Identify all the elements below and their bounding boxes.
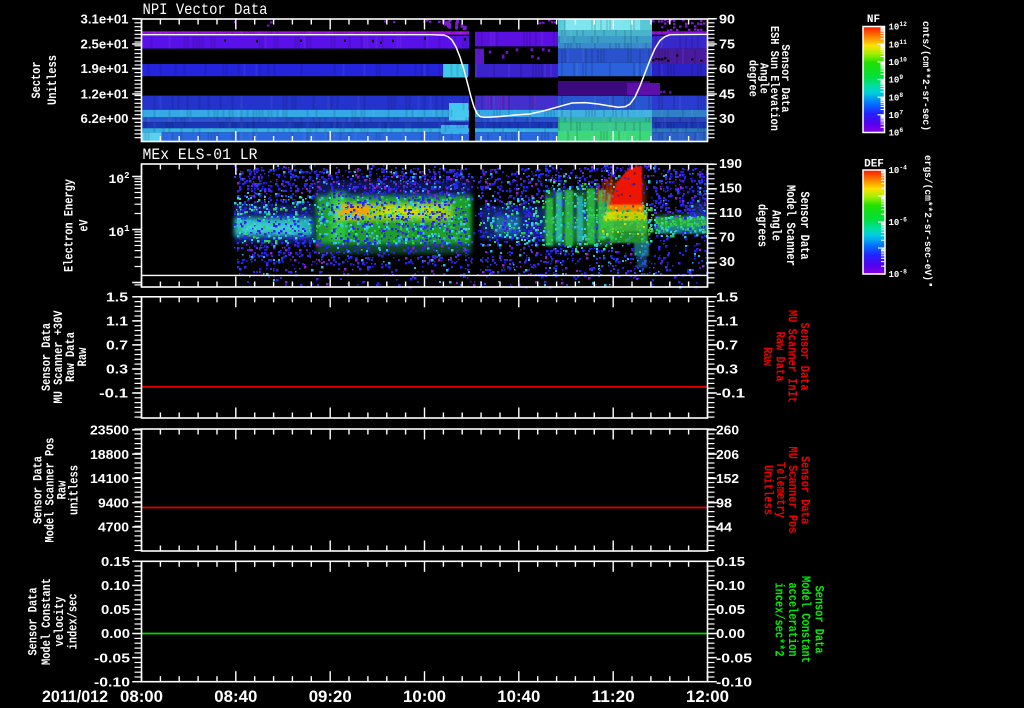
svg-text:75: 75 [719, 37, 735, 52]
svg-text:44: 44 [716, 520, 733, 535]
svg-text:Electron Energy: Electron Energy [63, 179, 77, 272]
svg-text:velocity: velocity [53, 596, 67, 646]
svg-text:18800: 18800 [90, 447, 129, 462]
svg-text:Raw: Raw [760, 347, 774, 366]
svg-text:ergs/(cm**2-sr-sec-eV): ergs/(cm**2-sr-sec-eV) [921, 155, 933, 281]
svg-text:90: 90 [719, 11, 735, 26]
svg-text:Sector: Sector [30, 62, 44, 99]
svg-text:30: 30 [719, 111, 735, 126]
svg-text:09:20: 09:20 [309, 687, 352, 706]
svg-text:1.5: 1.5 [716, 290, 738, 305]
svg-text:Model Constant: Model Constant [798, 576, 812, 663]
svg-text:30: 30 [719, 254, 735, 269]
svg-text:0.7: 0.7 [106, 338, 128, 353]
svg-text:14100: 14100 [90, 471, 129, 486]
svg-text:45: 45 [719, 87, 735, 102]
svg-text:2.5e+01: 2.5e+01 [81, 37, 129, 52]
svg-text:0.15: 0.15 [716, 554, 745, 569]
svg-text:acceleration: acceleration [785, 583, 799, 657]
svg-text:Sensor Data: Sensor Data [27, 587, 41, 655]
svg-text:1.1: 1.1 [106, 314, 128, 329]
svg-text:23500: 23500 [90, 423, 129, 438]
svg-text:0.05: 0.05 [101, 602, 130, 617]
svg-text:0.00: 0.00 [716, 626, 745, 641]
svg-text:11:20: 11:20 [592, 687, 635, 706]
svg-text:Sensor Data: Sensor Data [797, 192, 811, 260]
svg-text:4700: 4700 [98, 520, 129, 535]
svg-text:1.5: 1.5 [106, 290, 128, 305]
svg-text:-0.05: -0.05 [94, 650, 130, 665]
svg-text:Model Constant: Model Constant [40, 578, 54, 665]
svg-text:0.15: 0.15 [101, 554, 130, 569]
svg-text:eV: eV [78, 219, 92, 231]
svg-text:degree: degree [746, 60, 760, 97]
svg-text:152: 152 [716, 471, 739, 486]
svg-text:Sensor Data: Sensor Data [812, 586, 826, 654]
svg-text:206: 206 [716, 447, 739, 462]
svg-text:degrees: degrees [754, 204, 768, 247]
svg-text:-0.1: -0.1 [716, 386, 745, 401]
svg-text:0.00: 0.00 [101, 626, 130, 641]
svg-text:index/sec: index/sec [67, 594, 81, 650]
svg-text:3.1e+01: 3.1e+01 [81, 11, 129, 26]
svg-text:Unitless: Unitless [46, 55, 60, 105]
svg-text:-0.1: -0.1 [99, 386, 128, 401]
svg-text:incex/sec**2: incex/sec**2 [772, 583, 786, 657]
svg-text:08:40: 08:40 [214, 687, 257, 706]
svg-text:98: 98 [716, 495, 732, 510]
svg-text:Unitless: Unitless [761, 465, 775, 515]
svg-text:Raw: Raw [76, 347, 90, 366]
svg-text:190: 190 [719, 156, 742, 171]
svg-text:0.05: 0.05 [716, 602, 745, 617]
svg-text:0.3: 0.3 [716, 362, 738, 377]
svg-text:70: 70 [719, 230, 735, 245]
svg-text:1.2e+01: 1.2e+01 [81, 87, 129, 102]
svg-text:cnts/(cm**2-sr-sec): cnts/(cm**2-sr-sec) [919, 21, 931, 131]
svg-text:NF: NF [867, 14, 880, 26]
svg-text:0.3: 0.3 [106, 362, 128, 377]
svg-text:Angle: Angle [769, 210, 783, 241]
svg-text:NPI Vector Data: NPI Vector Data [143, 1, 268, 19]
svg-text:Model Scanner: Model Scanner [783, 185, 797, 266]
svg-text:-0.05: -0.05 [716, 650, 752, 665]
svg-text:2011/012: 2011/012 [42, 687, 108, 706]
svg-text:0.7: 0.7 [716, 338, 738, 353]
svg-text:9400: 9400 [98, 495, 129, 510]
svg-text:1.1: 1.1 [716, 314, 738, 329]
svg-text:10:40: 10:40 [497, 687, 540, 706]
svg-text:6.2e+00: 6.2e+00 [81, 111, 129, 126]
svg-text:08:00: 08:00 [120, 687, 163, 706]
svg-text:0.10: 0.10 [716, 578, 745, 593]
svg-text:150: 150 [719, 181, 742, 196]
svg-text:1.9e+01: 1.9e+01 [81, 61, 129, 76]
svg-text:260: 260 [716, 423, 739, 438]
svg-text:MEx ELS-01 LR: MEx ELS-01 LR [143, 146, 258, 164]
svg-text:unitless: unitless [67, 465, 81, 515]
svg-text:0.10: 0.10 [101, 578, 130, 593]
svg-text:DEF: DEF [864, 159, 884, 171]
svg-text:10:00: 10:00 [403, 687, 446, 706]
svg-text:60: 60 [719, 61, 735, 76]
svg-text:110: 110 [719, 205, 742, 220]
svg-text:12:00: 12:00 [686, 687, 729, 706]
